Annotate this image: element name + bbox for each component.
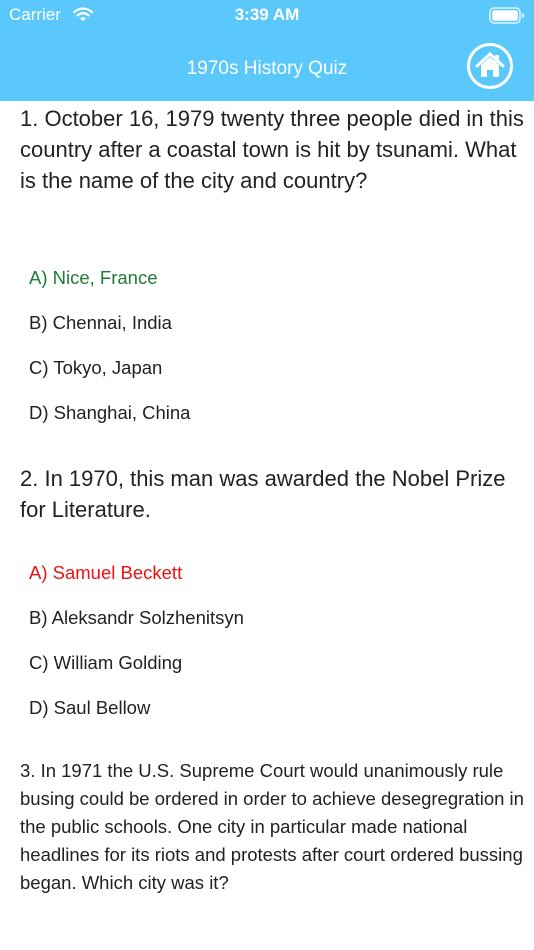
answer-2a[interactable]: A) Samuel Beckett <box>29 561 182 585</box>
answer-1c[interactable]: C) Tokyo, Japan <box>29 356 162 380</box>
answer-2d[interactable]: D) Saul Bellow <box>29 696 150 720</box>
answer-1a[interactable]: A) Nice, France <box>29 266 158 290</box>
answer-1d[interactable]: D) Shanghai, China <box>29 401 190 425</box>
page-title: 1970s History Quiz <box>186 58 348 79</box>
quiz-screen: Carrier 3:39 AM 1970s History Quiz 1. Oc… <box>0 0 534 950</box>
answer-1b[interactable]: B) Chennai, India <box>29 311 172 335</box>
battery-icon <box>489 7 525 24</box>
status-time: 3:39 AM <box>234 5 300 24</box>
question-3: 3. In 1971 the U.S. Supreme Court would … <box>20 760 524 893</box>
home-button[interactable] <box>466 42 514 90</box>
answer-2b[interactable]: B) Aleksandr Solzhenitsyn <box>29 606 244 630</box>
answer-2c[interactable]: C) William Golding <box>29 651 182 675</box>
question-2: 2. In 1970, this man was awarded the Nob… <box>20 466 506 522</box>
question-1: 1. October 16, 1979 twenty three people … <box>20 106 524 193</box>
home-icon <box>475 52 505 77</box>
status-bar: Carrier 3:39 AM <box>0 0 534 30</box>
quiz-content: 1. October 16, 1979 twenty three people … <box>0 101 534 950</box>
header: Carrier 3:39 AM 1970s History Quiz <box>0 0 534 101</box>
